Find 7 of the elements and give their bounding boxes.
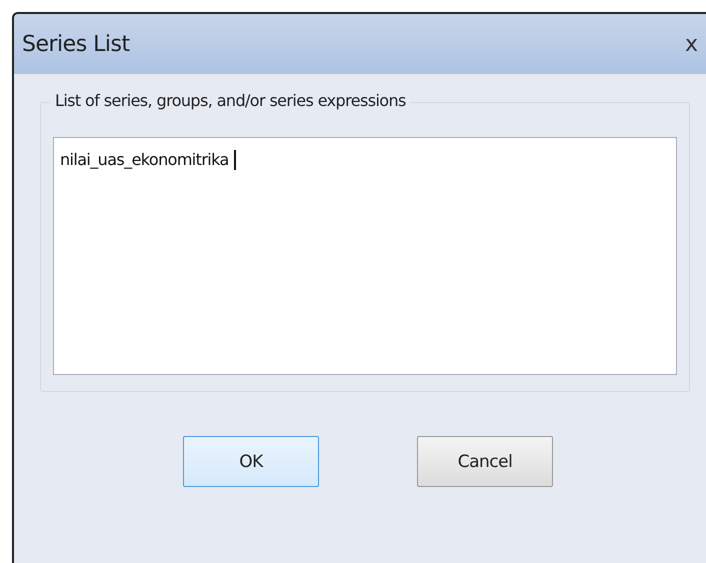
ok-button[interactable]: OK <box>183 436 319 487</box>
series-list-field[interactable]: nilai_uas_ekonomitrika <box>53 137 677 375</box>
close-button[interactable]: x <box>682 32 700 56</box>
group-label: List of series, groups, and/or series expressions <box>51 91 410 110</box>
window-title: Series List <box>22 32 130 56</box>
text-cursor <box>234 150 236 170</box>
cancel-button[interactable]: Cancel <box>417 436 553 487</box>
